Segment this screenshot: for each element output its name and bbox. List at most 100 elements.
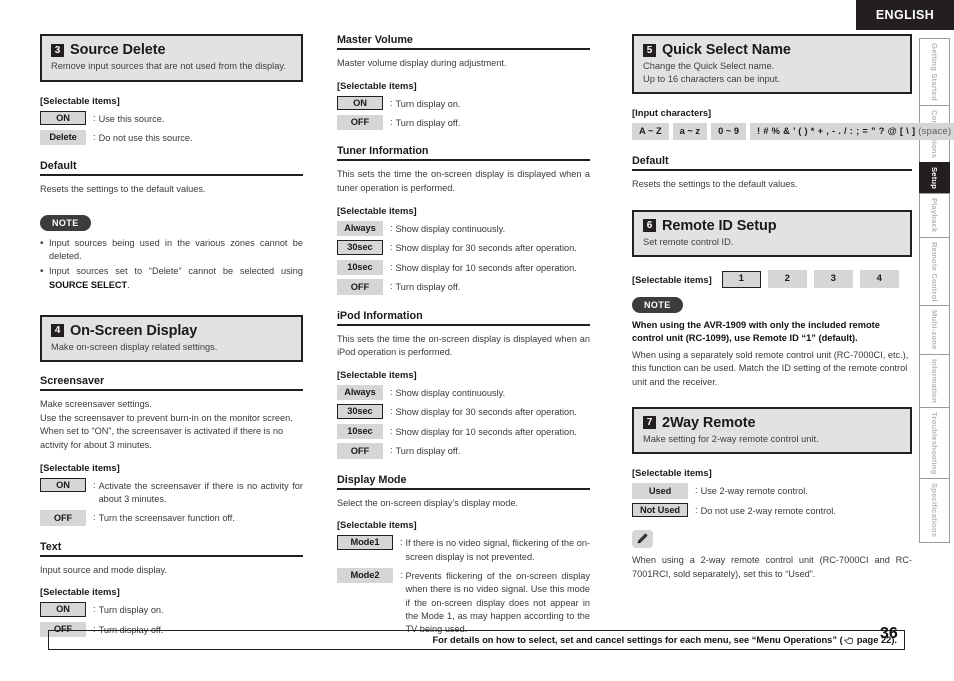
tab-remote-control[interactable]: Remote Control (919, 236, 950, 306)
tab-multi-zone[interactable]: Multi-zone (919, 305, 950, 354)
section-header-quick-select-name: 5 Quick Select Name Change the Quick Sel… (632, 34, 912, 95)
remote-id-chip-2[interactable]: 2 (767, 270, 807, 289)
option-chip-10sec[interactable]: 10sec (336, 423, 383, 440)
option-chip-off[interactable]: OFF (336, 114, 383, 131)
subheading-text: Text (40, 541, 303, 557)
option-description: Show display continuously. (395, 387, 506, 398)
option-chip-30sec[interactable]: 30sec (336, 404, 383, 419)
option-chip-mode2[interactable]: Mode2 (336, 567, 393, 584)
option-description: Turn display off. (395, 446, 461, 457)
input-characters-row: A ~ Z a ~ z 0 ~ 9 ! # % & ’ ( ) * + , - … (632, 123, 954, 141)
default-description: Resets the settings to the default value… (40, 184, 206, 195)
screensaver-para-1: Make screensaver settings. (40, 399, 152, 410)
option-chip-10sec[interactable]: 10sec (336, 259, 383, 276)
option-description: Turn the screensaver function off. (98, 513, 235, 524)
language-label: ENGLISH (875, 8, 935, 22)
subheading-default: Default (632, 155, 912, 172)
section-description-line1: Change the Quick Select name. (643, 61, 775, 71)
remote-id-note-plain: When using a separately sold remote cont… (632, 349, 909, 387)
option-chip-not-used[interactable]: Not Used (632, 502, 688, 518)
option-colon: : (389, 281, 393, 292)
option-chip-on[interactable]: ON (40, 110, 86, 126)
2way-tip-text: When using a 2-way remote control unit (… (632, 554, 912, 579)
tab-label: Setup (930, 167, 939, 190)
char-range-lowercase[interactable]: a ~ z (672, 123, 708, 141)
option-chip-30sec[interactable]: 30sec (336, 240, 383, 255)
section-title: Source Delete (70, 42, 166, 58)
footer-bar: For details on how to select, set and ca… (48, 630, 905, 650)
section-number-badge: 3 (51, 43, 64, 57)
note-item: Input sources set to “Delete” cannot be … (40, 264, 303, 293)
selectable-items-label: [Selectable items] (40, 94, 120, 106)
option-description: Show display for 30 seconds after operat… (395, 407, 577, 418)
option-row: OFF : Turn display off. (336, 114, 590, 131)
option-chip-on[interactable]: ON (336, 95, 383, 111)
option-row: Not Used : Do not use 2-way remote contr… (632, 502, 912, 518)
ipod-information-description: This sets the time the on-screen display… (336, 333, 590, 358)
note-badge: NOTE (40, 215, 91, 231)
option-description: Turn display off. (395, 117, 461, 128)
page-number: 36 (880, 625, 898, 642)
option-colon: : (389, 386, 393, 397)
option-row: Delete : Do not use this source. (40, 129, 303, 146)
option-colon: : (399, 537, 403, 548)
note-badge: NOTE (632, 297, 683, 313)
section-description: Make on-screen display related settings. (51, 341, 218, 352)
remote-id-chip-3[interactable]: 3 (813, 270, 853, 289)
char-range-digits[interactable]: 0 ~ 9 (711, 123, 747, 141)
selectable-items-label: [Selectable items] (40, 586, 120, 598)
display-mode-description: Select the on-screen display’s display m… (336, 497, 519, 508)
option-row: ON : Activate the screensaver if there i… (40, 477, 303, 507)
section-description: Set remote control ID. (643, 236, 734, 247)
char-range-uppercase[interactable]: A ~ Z (632, 123, 669, 141)
option-colon: : (93, 604, 96, 615)
tab-troubleshooting[interactable]: Troubleshooting (919, 406, 950, 479)
remote-id-chip-1[interactable]: 1 (721, 270, 761, 288)
option-chip-off[interactable]: OFF (336, 279, 383, 295)
column-middle: Master Volume Master volume display duri… (327, 34, 614, 634)
selectable-items-label: [Selectable items] (336, 204, 417, 216)
section-header-source-delete: 3 Source Delete Remove input sources tha… (40, 34, 303, 82)
option-colon: : (93, 112, 96, 123)
default-description: Resets the settings to the default value… (632, 179, 798, 190)
option-chip-always[interactable]: Always (336, 384, 383, 401)
option-chip-used[interactable]: Used (632, 483, 688, 499)
char-range-symbols[interactable]: ! # % & ’ ( ) * + , - . / : ; = ” ? @ [ … (750, 123, 954, 141)
remote-id-note-bold: When using the AVR-1909 with only the in… (632, 319, 880, 344)
section-number-badge: 6 (643, 219, 656, 233)
section-title: On-Screen Display (70, 322, 198, 339)
option-colon: : (389, 406, 393, 417)
option-row: Mode1 : If there is no video signal, fli… (336, 535, 590, 564)
option-description: Use this source. (98, 113, 165, 124)
tab-setup[interactable]: Setup (919, 162, 950, 194)
tab-playback[interactable]: Playback (919, 193, 950, 237)
remote-id-selector-row: [Selectable items] 1 2 3 4 (632, 270, 912, 289)
input-characters-label: [Input characters] (632, 107, 712, 119)
option-colon: : (389, 261, 393, 272)
selectable-items-label: [Selectable items] (336, 519, 417, 531)
option-chip-mode1[interactable]: Mode1 (336, 535, 393, 550)
space-note: (space) (918, 126, 952, 137)
option-chip-always[interactable]: Always (336, 220, 383, 237)
option-description: Show display for 10 seconds after operat… (395, 426, 577, 437)
subheading-ipod-information: iPod Information (336, 310, 590, 326)
option-chip-on[interactable]: ON (40, 602, 86, 617)
note-text-bold: SOURCE SELECT (49, 279, 128, 290)
tab-label: Troubleshooting (930, 411, 939, 475)
option-row: 30sec : Show display for 30 seconds afte… (336, 404, 590, 419)
option-chip-delete[interactable]: Delete (40, 129, 86, 146)
tab-information[interactable]: Information (919, 354, 950, 407)
tab-specifications[interactable]: Specifications (919, 478, 950, 543)
selectable-items-label: [Selectable items] (632, 273, 712, 285)
option-chip-on[interactable]: ON (40, 477, 86, 493)
subheading-tuner-information: Tuner Information (336, 145, 590, 162)
option-row: 10sec : Show display for 10 seconds afte… (336, 423, 590, 440)
option-description: Turn display on. (395, 98, 461, 109)
section-description-line2: Up to 16 characters can be input. (643, 73, 780, 84)
text-description: Input source and mode display. (40, 564, 168, 575)
tab-getting-started[interactable]: Getting Started (919, 38, 950, 105)
option-chip-off[interactable]: OFF (40, 510, 86, 526)
remote-id-chip-4[interactable]: 4 (859, 270, 899, 289)
option-chip-off[interactable]: OFF (336, 443, 383, 459)
option-colon: : (389, 116, 393, 127)
